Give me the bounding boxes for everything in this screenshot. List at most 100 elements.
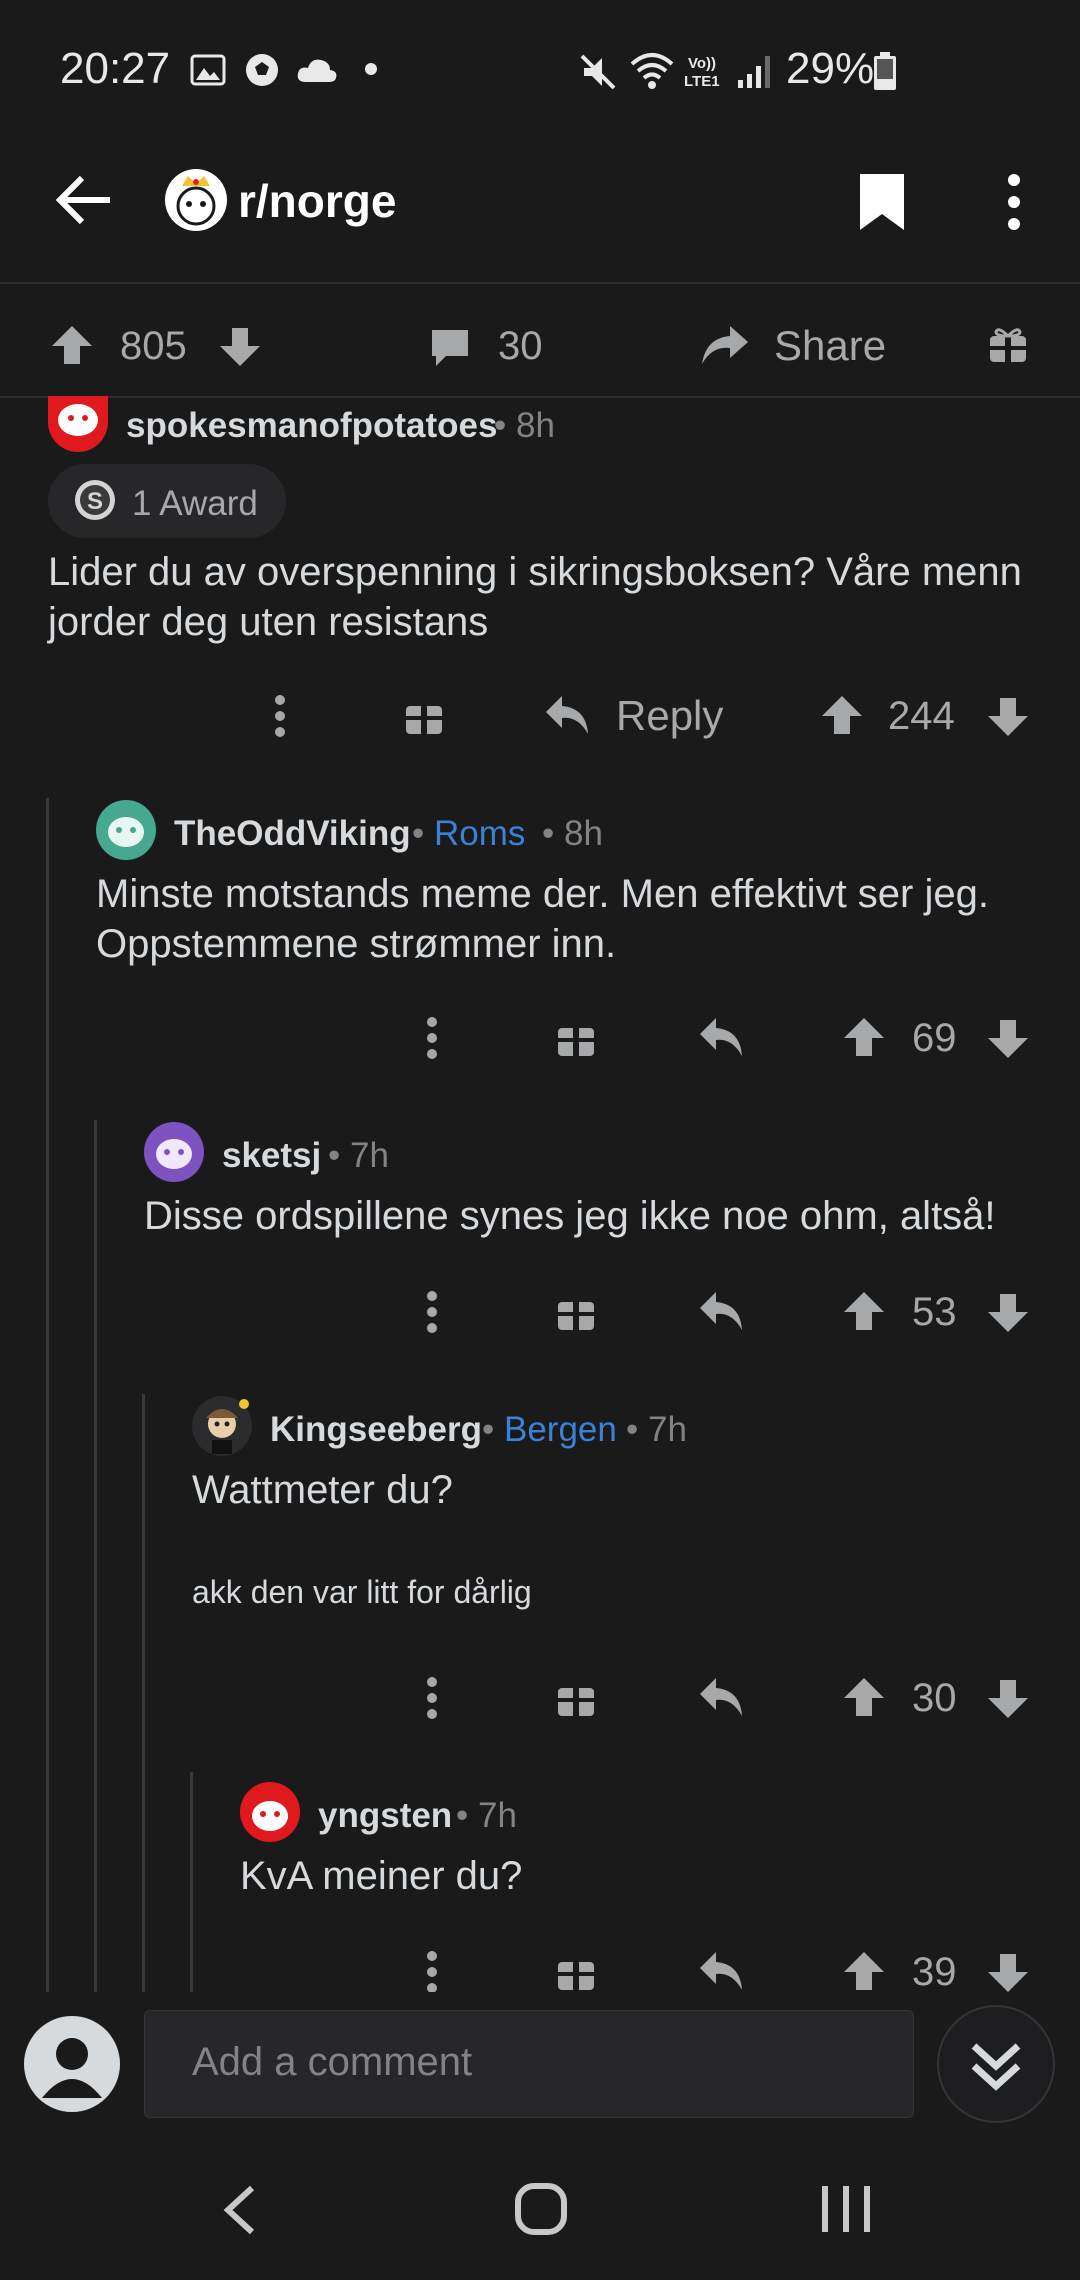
comment-body-line: Lider du av overspenning i sikringsbokse… bbox=[48, 550, 1022, 594]
more-vertical-icon[interactable] bbox=[1004, 172, 1024, 232]
user-avatar[interactable] bbox=[192, 1396, 252, 1456]
downvote-arrow-icon[interactable] bbox=[986, 1952, 1030, 1994]
thread-line-4[interactable] bbox=[190, 1772, 193, 1992]
flair-dot: • bbox=[482, 1410, 495, 1449]
more-vertical-icon[interactable] bbox=[424, 1950, 440, 1994]
svg-text:Vo)): Vo)) bbox=[688, 55, 716, 72]
cloud-icon bbox=[297, 59, 337, 82]
gift-award-icon[interactable] bbox=[556, 1292, 596, 1332]
comment-time: • 7h bbox=[328, 1136, 389, 1175]
more-vertical-icon[interactable] bbox=[272, 694, 288, 738]
subreddit-title[interactable]: r/norge bbox=[238, 174, 396, 228]
user-avatar[interactable] bbox=[240, 1782, 300, 1842]
reply-arrow-icon[interactable] bbox=[544, 694, 590, 738]
downvote-arrow-icon[interactable] bbox=[986, 696, 1030, 738]
comment-score: 30 bbox=[912, 1676, 957, 1720]
nav-back-icon[interactable] bbox=[220, 2184, 260, 2236]
comment-score: 69 bbox=[912, 1016, 957, 1060]
gift-award-icon[interactable] bbox=[404, 696, 444, 736]
battery-icon bbox=[874, 52, 896, 90]
thread-line-1[interactable] bbox=[46, 798, 49, 1992]
reply-arrow-icon[interactable] bbox=[698, 1676, 744, 1720]
comment-body-line: Minste motstands meme der. Men effektivt… bbox=[96, 872, 989, 916]
award-count: 1 Award bbox=[132, 484, 258, 523]
flair-dot: • bbox=[412, 814, 425, 853]
user-avatar[interactable] bbox=[96, 800, 156, 860]
comment-score: 39 bbox=[912, 1950, 957, 1994]
upvote-arrow-icon[interactable] bbox=[820, 694, 864, 736]
comment-body-line: Oppstemmene strømmer inn. bbox=[96, 922, 617, 966]
comment-time: • 7h bbox=[626, 1410, 687, 1449]
comment-time: • 8h bbox=[542, 814, 603, 853]
more-vertical-icon[interactable] bbox=[424, 1016, 440, 1060]
user-avatar-icon[interactable] bbox=[24, 2016, 120, 2112]
upvote-arrow-icon[interactable] bbox=[842, 1016, 886, 1058]
user-flair: Bergen bbox=[504, 1410, 617, 1449]
mute-icon bbox=[580, 54, 616, 90]
upvote-arrow-icon[interactable] bbox=[842, 1290, 886, 1332]
gift-award-icon[interactable] bbox=[556, 1678, 596, 1718]
dot-icon bbox=[365, 63, 377, 75]
upvote-arrow-icon[interactable] bbox=[842, 1950, 886, 1992]
gift-award-icon[interactable] bbox=[988, 324, 1028, 364]
comment-body-line: Wattmeter du? bbox=[192, 1468, 453, 1512]
comment-username[interactable]: sketsj bbox=[222, 1136, 321, 1176]
more-vertical-icon[interactable] bbox=[424, 1290, 440, 1334]
reply-button[interactable]: Reply bbox=[616, 692, 723, 740]
gift-award-icon[interactable] bbox=[556, 1952, 596, 1992]
comment-time: • 7h bbox=[456, 1796, 517, 1835]
reply-arrow-icon[interactable] bbox=[698, 1016, 744, 1060]
comment-score: 244 bbox=[888, 694, 955, 738]
share-button[interactable]: Share bbox=[774, 322, 886, 370]
bookmark-icon[interactable] bbox=[856, 170, 908, 234]
status-bar: 20:27 Vo)) LTE1 29% bbox=[0, 0, 1080, 140]
reply-arrow-icon[interactable] bbox=[698, 1290, 744, 1334]
comment-score: 53 bbox=[912, 1290, 957, 1334]
comment-body-line: Disse ordspillene synes jeg ikke noe ohm… bbox=[144, 1194, 996, 1238]
comment-small-text: akk den var litt for dårlig bbox=[192, 1574, 532, 1610]
upvote-arrow-icon[interactable] bbox=[50, 324, 94, 366]
share-arrow-icon[interactable] bbox=[700, 324, 750, 368]
comment-username[interactable]: spokesmanofpotatoes bbox=[126, 406, 497, 446]
gift-award-icon[interactable] bbox=[556, 1018, 596, 1058]
user-avatar[interactable] bbox=[144, 1122, 204, 1182]
post-comment-count[interactable]: 30 bbox=[498, 324, 543, 369]
more-vertical-icon[interactable] bbox=[424, 1676, 440, 1720]
downvote-arrow-icon[interactable] bbox=[986, 1018, 1030, 1060]
comment-body-line: jorder deg uten resistans bbox=[48, 600, 489, 644]
status-time: 20:27 bbox=[60, 44, 171, 93]
downvote-arrow-icon[interactable] bbox=[986, 1678, 1030, 1720]
nav-home-icon[interactable] bbox=[514, 2182, 568, 2236]
signal-icon bbox=[738, 56, 770, 88]
collapse-chevrons-icon[interactable] bbox=[936, 2004, 1056, 2124]
header-divider bbox=[0, 282, 1080, 284]
user-avatar[interactable] bbox=[48, 396, 108, 452]
downvote-arrow-icon[interactable] bbox=[986, 1292, 1030, 1334]
action-divider bbox=[0, 396, 1080, 398]
reply-arrow-icon[interactable] bbox=[698, 1950, 744, 1994]
thread-line-3[interactable] bbox=[142, 1394, 145, 1992]
comment-time: • 8h bbox=[494, 406, 555, 445]
volte-icon: Vo)) LTE1 bbox=[684, 55, 720, 90]
battery-percent: 29% bbox=[786, 44, 875, 93]
nav-recents-icon[interactable] bbox=[818, 2184, 874, 2234]
comment-body-line: KvA meiner du? bbox=[240, 1854, 523, 1898]
comment-bubble-icon[interactable] bbox=[428, 326, 472, 368]
svg-text:LTE1: LTE1 bbox=[684, 73, 720, 90]
post-score: 805 bbox=[120, 324, 187, 368]
subreddit-avatar-icon[interactable] bbox=[164, 168, 228, 232]
comment-input-placeholder: Add a comment bbox=[192, 2040, 473, 2084]
svg-text:S: S bbox=[87, 488, 103, 515]
comment-username[interactable]: Kingseeberg bbox=[270, 1410, 482, 1450]
soccer-icon bbox=[246, 54, 278, 86]
downvote-arrow-icon[interactable] bbox=[218, 326, 262, 368]
upvote-arrow-icon[interactable] bbox=[842, 1676, 886, 1718]
silver-award-icon: S bbox=[75, 480, 115, 520]
gallery-icon bbox=[190, 54, 226, 86]
back-arrow-icon[interactable] bbox=[54, 174, 114, 226]
wifi-icon bbox=[630, 53, 674, 89]
thread-line-2[interactable] bbox=[94, 1120, 97, 1992]
comment-username[interactable]: yngsten bbox=[318, 1796, 452, 1836]
user-flair: Roms bbox=[434, 814, 526, 853]
comment-username[interactable]: TheOddViking bbox=[174, 814, 411, 854]
